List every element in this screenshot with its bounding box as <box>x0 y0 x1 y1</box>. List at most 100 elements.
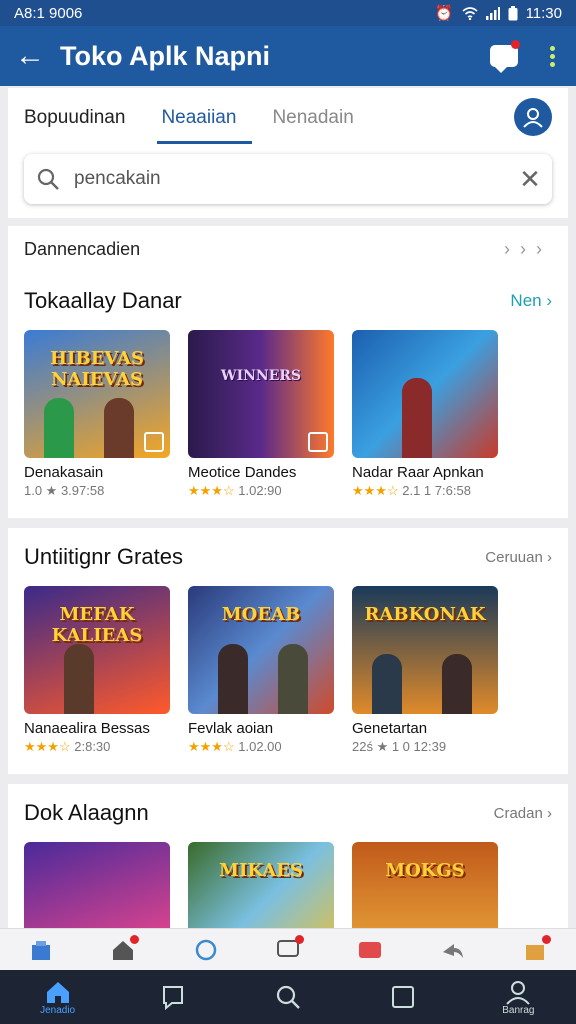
app-name: Genetartan <box>352 720 428 737</box>
store-icon[interactable] <box>27 937 55 963</box>
messages-button[interactable] <box>480 26 528 86</box>
see-more-link[interactable]: Nen › <box>510 291 552 311</box>
app-thumbnail: WINNERS <box>188 330 334 458</box>
rating-stars: ★★★☆ <box>188 483 235 498</box>
app-thumbnail: HIBEVAS NAIEVAS <box>24 330 170 458</box>
thumbnail-art-text: MOKGS <box>385 860 465 881</box>
search-icon <box>24 167 72 191</box>
rating-stars: ★★★☆ <box>24 739 71 754</box>
status-time: 11:30 <box>525 4 562 22</box>
badge-icon <box>144 432 164 452</box>
app-card[interactable] <box>24 842 170 928</box>
tab-0[interactable]: Bopuudinan <box>8 88 141 148</box>
section-title: Untiitignr Grates <box>24 544 183 569</box>
quick-nav-strip <box>0 928 576 971</box>
discount-icon[interactable] <box>356 937 384 963</box>
app-thumbnail: MOKGS <box>352 842 498 928</box>
user-icon <box>523 108 543 128</box>
thumbnail-art-text: HIBEVAS NAIEVAS <box>50 348 144 390</box>
app-card[interactable]: Nadar Raar Apnkan ★★★☆ 2.1 1 7:6:58 <box>352 330 498 499</box>
app-thumbnail: MIKAES <box>188 842 334 928</box>
nav-search[interactable] <box>258 970 318 1024</box>
app-card[interactable]: MIKAES <box>188 842 334 928</box>
chevron-right-icon: ››› <box>504 238 552 259</box>
app-rating: 2:8:30 <box>74 739 111 754</box>
status-bar: A8:1 9006 ⏰ 11:30 <box>0 0 576 26</box>
section-title: Dok Alaagnn <box>24 800 149 825</box>
app-rating: 1.02:90 <box>238 483 282 498</box>
thumbnail-art-text: MOEAB <box>221 604 301 625</box>
app-name: Nanaealira Bessas <box>24 720 150 737</box>
search-bar: ✕ <box>24 154 552 204</box>
app-thumbnail: MOEAB <box>188 586 334 714</box>
see-more-link[interactable]: Cradan › <box>494 805 552 822</box>
tab-1[interactable]: Neaaiian <box>145 88 253 148</box>
nav-home[interactable]: Jenadio <box>28 970 88 1024</box>
clear-search-button[interactable]: ✕ <box>508 164 552 195</box>
back-arrow-icon: ← <box>15 39 45 72</box>
section-title: Tokaallay Danar <box>24 288 182 313</box>
app-thumbnail: MEFAK KALIEAS <box>24 586 170 714</box>
wifi-icon <box>462 7 478 20</box>
app-rating: 1.02.00 <box>238 739 282 754</box>
app-card[interactable]: WINNERS Meotice Dandes ★★★☆ 1.02:90 <box>188 330 334 499</box>
back-button[interactable]: ← <box>0 26 60 86</box>
more-options-button[interactable] <box>528 26 576 86</box>
app-thumbnail <box>24 842 170 928</box>
alarm-icon: ⏰ <box>434 5 454 22</box>
battery-icon <box>508 5 518 20</box>
status-left-text: A8:1 9006 <box>14 4 83 22</box>
nav-bookmarks[interactable] <box>143 970 203 1024</box>
search-icon <box>276 985 300 1009</box>
app-thumbnail <box>352 330 498 458</box>
app-name: Denakasain <box>24 464 104 481</box>
rating-stars: ★★★☆ <box>188 739 235 754</box>
section-card: Untiitignr Grates Ceruuan › MEFAK KALIEA… <box>8 528 568 774</box>
app-rating: 22ś ★ 1 0 12:39 <box>352 739 447 754</box>
app-name: Nadar Raar Apnkan <box>352 464 484 481</box>
home-icon <box>46 981 69 1003</box>
globe-icon[interactable] <box>192 937 220 963</box>
app-card[interactable]: RABKONAK Genetartan 22ś ★ 1 0 12:39 <box>352 586 498 755</box>
account-button[interactable] <box>514 98 552 136</box>
nav-profile[interactable]: Banrag <box>488 970 548 1024</box>
app-name: Meotice Dandes <box>188 464 297 481</box>
search-section: ✕ <box>8 148 568 218</box>
nav-profile-label: Banrag <box>502 1004 535 1016</box>
thumbnail-art-text: MIKAES <box>219 860 303 881</box>
app-card[interactable]: MOKGS <box>352 842 498 928</box>
nav-home-label: Jenadio <box>40 1004 76 1016</box>
app-thumbnail: RABKONAK <box>352 586 498 714</box>
see-more-link[interactable]: Ceruuan › <box>485 549 552 566</box>
tab-2[interactable]: Nenadain <box>256 88 369 148</box>
section-card: Dok Alaagnn Cradan › MIKAES MOKGS <box>8 784 568 928</box>
category-tabs: Bopuudinan Neaaiian Nenadain <box>8 88 568 148</box>
bookmark-icon <box>162 986 183 1011</box>
share-icon[interactable] <box>439 937 467 963</box>
thumbnail-art-text: RABKONAK <box>364 604 486 625</box>
breadcrumb[interactable]: Dannencadien ››› <box>8 226 568 272</box>
home-icon[interactable] <box>109 935 140 963</box>
notification-dot <box>511 40 520 49</box>
page-title: Toko Aplk Napni <box>60 40 271 71</box>
profile-icon <box>506 980 531 1005</box>
gift-icon[interactable] <box>521 935 551 963</box>
app-rating: 1.0 ★ 3.97:58 <box>24 483 105 498</box>
app-card[interactable]: MOEAB Fevlak aoian ★★★☆ 1.02.00 <box>188 586 334 755</box>
nav-apps[interactable] <box>373 970 433 1024</box>
chat-icon[interactable] <box>274 935 304 963</box>
app-card[interactable]: HIBEVAS NAIEVAS Denakasain 1.0 ★ 3.97:58 <box>24 330 170 499</box>
section-card: Tokaallay Danar Nen › HIBEVAS NAIEVAS De… <box>8 272 568 518</box>
bottom-navigation: Jenadio Banrag <box>0 970 576 1024</box>
square-icon <box>392 986 415 1008</box>
badge-icon <box>308 432 328 452</box>
app-card[interactable]: MEFAK KALIEAS Nanaealira Bessas ★★★☆ 2:8… <box>24 586 170 755</box>
breadcrumb-label: Dannencadien <box>24 238 141 259</box>
app-rating: 2.1 1 7:6:58 <box>402 483 471 498</box>
close-icon: ✕ <box>519 163 541 194</box>
app-bar: ← Toko Aplk Napni <box>0 26 576 86</box>
rating-stars: ★★★☆ <box>352 483 399 498</box>
search-input[interactable] <box>72 167 508 191</box>
signal-icon <box>485 7 500 20</box>
thumbnail-art-text: WINNERS <box>220 368 302 384</box>
